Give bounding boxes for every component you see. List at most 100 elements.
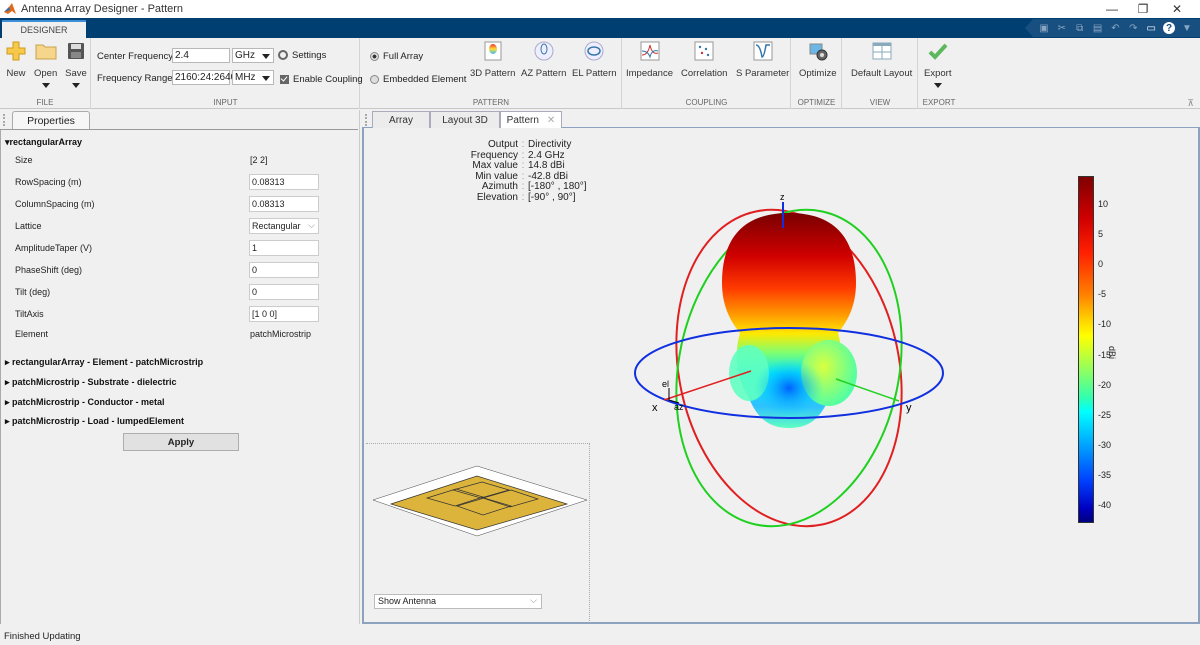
frequency-range-label: Frequency Range	[97, 73, 173, 84]
colorbar-tick-label: -30	[1098, 439, 1112, 450]
group-label-pattern: PATTERN	[472, 98, 510, 107]
amplitude-taper-input[interactable]: 1	[249, 240, 319, 256]
tilt-axis-input[interactable]: [1 0 0]	[249, 306, 319, 322]
group-pattern: Full Array Embedded Element 3D Pattern A…	[361, 38, 622, 109]
copy-icon[interactable]: ⧉	[1074, 22, 1086, 34]
el-pattern-button[interactable]: EL Pattern	[572, 40, 617, 79]
az-label: az	[674, 402, 684, 412]
help-icon[interactable]: ?	[1163, 22, 1176, 34]
correlation-plot-icon	[693, 40, 715, 62]
collapse-ribbon-icon[interactable]: ⊼	[1187, 98, 1194, 109]
colorbar-tick-label: -10	[1098, 319, 1112, 330]
prop-label-tilt-axis: TiltAxis	[15, 309, 44, 319]
colorbar-tick-label: -5	[1098, 289, 1107, 300]
section-load[interactable]: ▸ patchMicrostrip - Load - lumpedElement	[5, 416, 184, 427]
section-substrate[interactable]: ▸ patchMicrostrip - Substrate - dielectr…	[5, 377, 177, 388]
chevron-down-icon	[72, 83, 80, 88]
redo-icon[interactable]: ↷	[1127, 22, 1139, 34]
open-button[interactable]: Open	[34, 40, 57, 88]
center-frequency-input[interactable]: 2.4	[172, 48, 230, 63]
3d-radiation-pattern[interactable]: z x y el az	[624, 188, 954, 528]
frequency-range-unit-select[interactable]: MHz	[232, 70, 274, 85]
show-antenna-select[interactable]: Show Antenna ⌵	[374, 594, 542, 609]
apply-button[interactable]: Apply	[123, 433, 239, 451]
group-label-export: EXPORT	[922, 98, 956, 107]
collapsed-triangle-icon: ▸	[5, 357, 13, 367]
full-array-radio[interactable]: Full Array	[370, 51, 423, 62]
null-region	[754, 358, 824, 418]
chevron-down-icon	[41, 83, 50, 88]
group-coupling: Impedance Correlation S Parameter COUPLI…	[623, 38, 791, 109]
colorbar-tick-label: -20	[1098, 379, 1112, 390]
correlation-button[interactable]: Correlation	[681, 40, 727, 79]
impedance-button[interactable]: Impedance	[626, 40, 673, 79]
chevron-down-icon: ⌵	[530, 595, 537, 605]
radio-unselected-icon	[370, 74, 379, 84]
tab-layout-3d[interactable]: Layout 3D	[430, 111, 500, 128]
enable-coupling-checkbox[interactable]: Enable Coupling	[280, 74, 363, 85]
info-row: Output: Directivity	[487, 139, 572, 150]
save-icon[interactable]: ▣	[1038, 22, 1050, 34]
settings-button[interactable]: Settings	[278, 50, 326, 61]
matlab-logo-icon	[4, 3, 16, 14]
frequency-range-input[interactable]: 2160:24:2640	[172, 70, 236, 85]
section-element[interactable]: ▸ rectangularArray - Element - patchMicr…	[5, 357, 203, 368]
options-icon[interactable]: ▼	[1181, 22, 1193, 34]
info-row: Azimuth: [-180° , 180°]	[481, 181, 587, 192]
el-pattern-icon	[583, 40, 605, 62]
center-frequency-unit-select[interactable]: GHz	[232, 48, 274, 63]
layout-grid-icon	[871, 40, 893, 62]
tab-properties[interactable]: Properties	[12, 111, 90, 129]
s-parameter-button[interactable]: S Parameter	[736, 40, 789, 79]
tilt-input[interactable]: 0	[249, 284, 319, 300]
colorbar-label: dBi	[1107, 346, 1117, 360]
gear-icon	[278, 50, 288, 61]
default-layout-button[interactable]: Default Layout	[851, 40, 912, 79]
undo-icon[interactable]: ↶	[1109, 22, 1121, 34]
antenna-inset: Show Antenna ⌵	[366, 443, 590, 623]
lattice-select[interactable]: Rectangular ⌵	[249, 218, 319, 234]
folder-icon	[35, 40, 57, 62]
collapsed-triangle-icon: ▸	[5, 416, 13, 426]
save-disk-icon	[65, 40, 87, 62]
s-parameter-plot-icon	[752, 40, 774, 62]
optimize-button[interactable]: Optimize	[799, 40, 836, 79]
az-pattern-button[interactable]: AZ Pattern	[521, 40, 566, 79]
3d-pattern-button[interactable]: 3D Pattern	[470, 40, 515, 79]
chevron-down-icon	[933, 83, 942, 88]
ribbon-tabstrip: DESIGNER ▣ ✂ ⧉ ▤ ↶ ↷ ▭ ? ▼	[0, 18, 1200, 38]
phase-shift-input[interactable]: 0	[249, 262, 319, 278]
x-axis-label: x	[652, 402, 658, 414]
tab-array[interactable]: Array	[372, 111, 430, 128]
close-tab-icon[interactable]: ✕	[547, 115, 555, 126]
group-label-coupling: COUPLING	[685, 98, 728, 107]
row-spacing-input[interactable]: 0.08313	[249, 174, 319, 190]
save-button[interactable]: Save	[65, 40, 87, 88]
close-button[interactable]: ✕	[1162, 0, 1192, 18]
pattern-plot-area: Output: Directivity Frequency:2.4 GHz Max…	[362, 128, 1200, 624]
status-bar: Finished Updating	[4, 631, 81, 642]
tab-designer[interactable]: DESIGNER	[2, 20, 86, 38]
restore-button[interactable]: ❐	[1128, 0, 1158, 18]
group-view: Default Layout VIEW	[843, 38, 918, 109]
ribbon: New Open Save FILE Center Frequency 2.4 …	[0, 38, 1200, 109]
embedded-element-radio[interactable]: Embedded Element	[370, 74, 466, 85]
3d-pattern-icon	[482, 40, 504, 62]
column-spacing-input[interactable]: 0.08313	[249, 196, 319, 212]
export-button[interactable]: Export	[924, 40, 951, 88]
layout-icon[interactable]: ▭	[1145, 22, 1157, 34]
panel-grip-icon[interactable]	[3, 114, 5, 126]
new-button[interactable]: New	[5, 40, 27, 79]
section-conductor[interactable]: ▸ patchMicrostrip - Conductor - metal	[5, 397, 165, 408]
paste-icon[interactable]: ▤	[1092, 22, 1104, 34]
colorbar-tick-label: 0	[1098, 259, 1104, 270]
minimize-button[interactable]: —	[1097, 0, 1127, 18]
cut-icon[interactable]: ✂	[1056, 22, 1068, 34]
tab-pattern[interactable]: Pattern ✕	[500, 111, 562, 129]
prop-label-element: Element	[15, 329, 49, 339]
section-rectangular-array[interactable]: ▾rectangularArray	[5, 137, 82, 148]
prop-label-phase-shift: PhaseShift (deg)	[15, 265, 83, 275]
panel-grip-icon[interactable]	[365, 114, 367, 126]
chevron-down-icon	[262, 76, 270, 81]
info-row: Max value:14.8 dBi	[472, 160, 565, 171]
